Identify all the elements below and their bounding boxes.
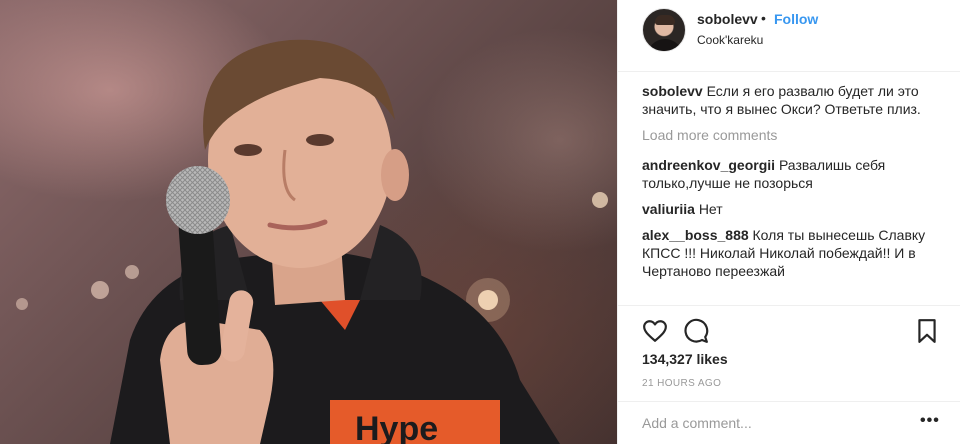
photo-illustration: Hype bbox=[16, 39, 608, 444]
post-sidebar: sobolevv • Follow Cook'kareku sobolevv Е… bbox=[617, 0, 960, 444]
comment-item: valiuriia Нет bbox=[642, 200, 942, 218]
caption-username[interactable]: sobolevv bbox=[642, 83, 703, 99]
comment-username[interactable]: andreenkov_georgii bbox=[642, 157, 775, 173]
comment-item: alex__boss_888 Коля ты вынесешь Славку К… bbox=[642, 226, 942, 280]
location-link[interactable]: Cook'kareku bbox=[697, 33, 763, 47]
heart-icon[interactable] bbox=[642, 318, 668, 344]
bookmark-icon[interactable] bbox=[914, 318, 940, 344]
comments-list: sobolevv Если я его развалю будет ли это… bbox=[642, 82, 942, 288]
add-comment-input[interactable] bbox=[642, 412, 912, 434]
comment-item: andreenkov_georgii Развалишь себя только… bbox=[642, 156, 942, 192]
comment-bubble-icon[interactable] bbox=[683, 318, 709, 344]
comment-username[interactable]: valiuriia bbox=[642, 201, 695, 217]
post-header: sobolevv • Follow Cook'kareku bbox=[618, 0, 960, 72]
caption: sobolevv Если я его развалю будет ли это… bbox=[642, 82, 942, 118]
avatar[interactable] bbox=[642, 8, 686, 52]
separator-dot: • bbox=[761, 10, 766, 26]
more-options-icon[interactable]: ••• bbox=[920, 413, 940, 429]
post-photo[interactable]: Hype bbox=[0, 0, 617, 444]
load-more-comments-button[interactable]: Load more comments bbox=[642, 126, 942, 144]
follow-button[interactable]: Follow bbox=[774, 11, 818, 27]
svg-text:Hype: Hype bbox=[355, 410, 438, 444]
author-username[interactable]: sobolevv bbox=[697, 11, 758, 27]
likes-count[interactable]: 134,327 likes bbox=[642, 351, 728, 367]
comment-username[interactable]: alex__boss_888 bbox=[642, 227, 749, 243]
add-comment-bar: ••• bbox=[618, 401, 960, 444]
comment-text: Нет bbox=[698, 201, 723, 217]
post-actions: 134,327 likes 21 HOURS AGO ••• bbox=[618, 305, 960, 444]
post-timestamp[interactable]: 21 HOURS AGO bbox=[642, 378, 721, 389]
